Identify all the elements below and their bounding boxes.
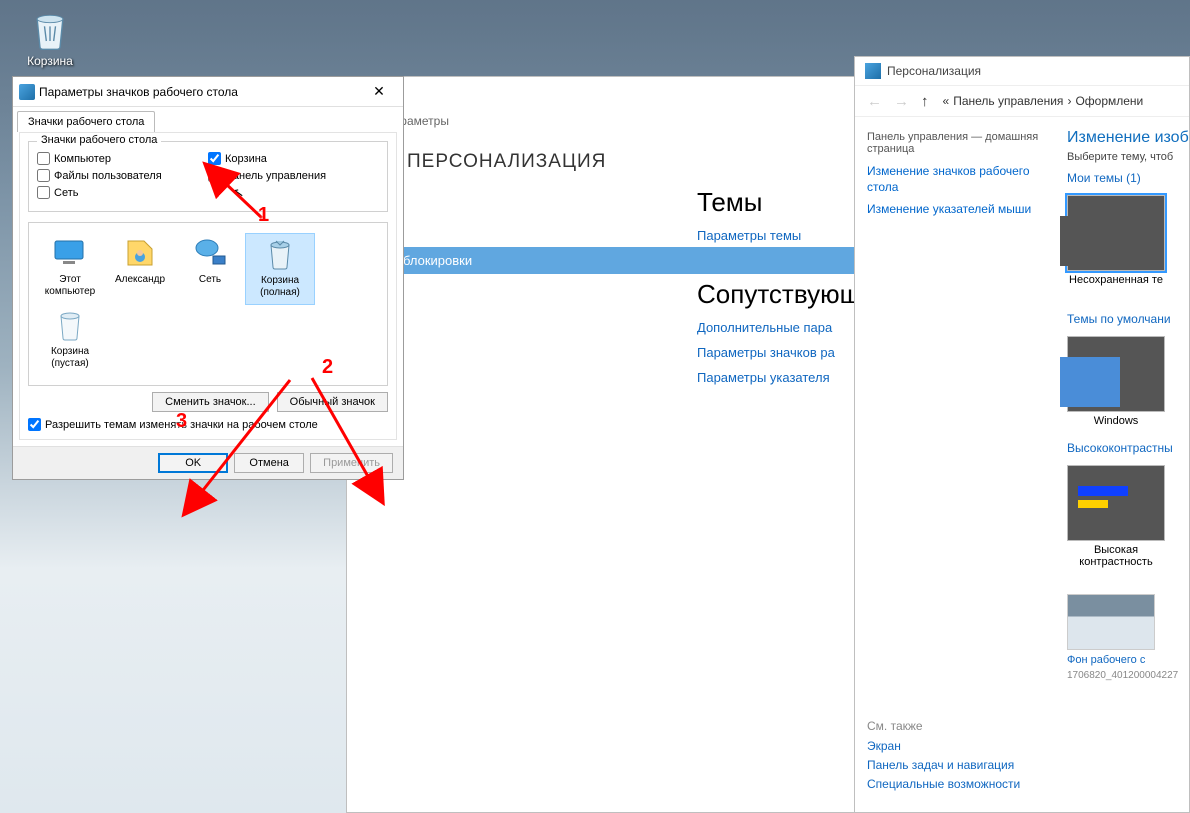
up-arrow-icon[interactable]: ↑	[921, 93, 929, 110]
checkbox-allow-themes[interactable]: Разрешить темам изменять значки на рабоч…	[28, 418, 388, 431]
forward-arrow-icon[interactable]: →	[894, 93, 909, 110]
settings-link-icons[interactable]: Параметры значков ра	[697, 345, 876, 360]
annotation-number-3: 3	[176, 410, 187, 433]
icon-cell-recycle-empty[interactable]: Корзина (пустая)	[35, 305, 105, 375]
group-title: Значки рабочего стола	[37, 134, 161, 146]
theme-tile-windows[interactable]: Windows	[1067, 336, 1165, 427]
icon-cell-network[interactable]: Сеть	[175, 233, 245, 305]
cp-home-label[interactable]: Панель управления — домашняя страница	[867, 131, 1059, 155]
settings-themes-heading: Темы	[697, 187, 876, 218]
icon-cell-computer[interactable]: Этот компьютер	[35, 233, 105, 305]
cp-section-my-themes: Мои темы (1)	[1067, 171, 1189, 185]
settings-theme-params-link[interactable]: Параметры темы	[697, 228, 876, 243]
checkbox-user-files[interactable]: Файлы пользователя	[37, 169, 208, 182]
annotation-number-1: 1	[258, 204, 269, 227]
cp-image-id: 1706820_401200004227	[1067, 670, 1189, 681]
icon-cell-recycle-full[interactable]: Корзина (полная)	[245, 233, 315, 305]
ok-button[interactable]: OK	[158, 453, 228, 473]
dialog-icon	[19, 84, 35, 100]
cancel-button[interactable]: Отмена	[234, 453, 304, 473]
cp-window-title: Персонализация	[887, 64, 981, 78]
settings-link-additional[interactable]: Дополнительные пара	[697, 320, 876, 335]
see-also-display[interactable]: Экран	[867, 739, 1020, 753]
cp-right-subtitle: Выберите тему, чтоб	[1067, 151, 1189, 163]
settings-related-heading: Сопутствующи	[697, 279, 876, 310]
cp-link-change-pointers[interactable]: Изменение указателей мыши	[867, 201, 1059, 217]
settings-window: ←Параметры ПЕРСОНАЛИЗАЦИЯ x x блокировки…	[346, 76, 866, 813]
settings-link-pointer[interactable]: Параметры указателя	[697, 370, 876, 385]
desktop-recycle-bin[interactable]: Корзина	[18, 8, 82, 68]
cp-background-link[interactable]: Фон рабочего с	[1067, 654, 1189, 666]
personalization-icon	[865, 63, 881, 79]
cp-section-default-themes: Темы по умолчани	[1067, 312, 1189, 326]
settings-heading: ПЕРСОНАЛИЗАЦИЯ	[407, 151, 607, 173]
checkbox-computer[interactable]: Компьютер	[37, 152, 208, 165]
icon-preview-area: Этот компьютер Александр Сеть Корзина (п…	[28, 222, 388, 386]
desktop-recycle-label: Корзина	[18, 54, 82, 68]
checkbox-recycle-bin[interactable]: Корзина	[208, 152, 379, 165]
cp-right-heading: Изменение изоб	[1067, 129, 1189, 147]
annotation-number-2: 2	[322, 356, 333, 379]
breadcrumb-path[interactable]: « Панель управления› Оформлени	[943, 94, 1144, 108]
icon-cell-user[interactable]: Александр	[105, 233, 175, 305]
theme-tile-unsaved[interactable]: Несохраненная те	[1067, 195, 1165, 286]
tab-desktop-icons[interactable]: Значки рабочего стола	[17, 111, 155, 132]
theme-tile-high-contrast[interactable]: Высокая контрастность	[1067, 465, 1165, 568]
cp-section-high-contrast: Высококонтрастны	[1067, 441, 1189, 455]
desktop-icons-dialog: Параметры значков рабочего стола ✕ Значк…	[12, 76, 404, 480]
background-preview-tile[interactable]	[1067, 594, 1155, 650]
recycle-bin-icon	[28, 8, 72, 52]
checkbox-control-panel[interactable]: Панель управления	[208, 169, 379, 182]
apply-button[interactable]: Применить	[310, 453, 393, 473]
close-button[interactable]: ✕	[361, 80, 397, 104]
cp-link-change-icons[interactable]: Изменение значков рабочего стола	[867, 163, 1059, 195]
checkbox-network[interactable]: Сеть	[37, 186, 208, 199]
change-icon-button[interactable]: Сменить значок...	[152, 392, 269, 412]
see-also-accessibility[interactable]: Специальные возможности	[867, 777, 1020, 791]
control-panel-window: Персонализация ← → ↑ « Панель управления…	[854, 56, 1190, 813]
default-icon-button[interactable]: Обычный значок	[277, 392, 388, 412]
dialog-title: Параметры значков рабочего стола	[39, 85, 361, 99]
see-also-heading: См. также	[867, 719, 1020, 733]
see-also-taskbar[interactable]: Панель задач и навигация	[867, 758, 1020, 772]
back-arrow-icon[interactable]: ←	[867, 93, 882, 110]
